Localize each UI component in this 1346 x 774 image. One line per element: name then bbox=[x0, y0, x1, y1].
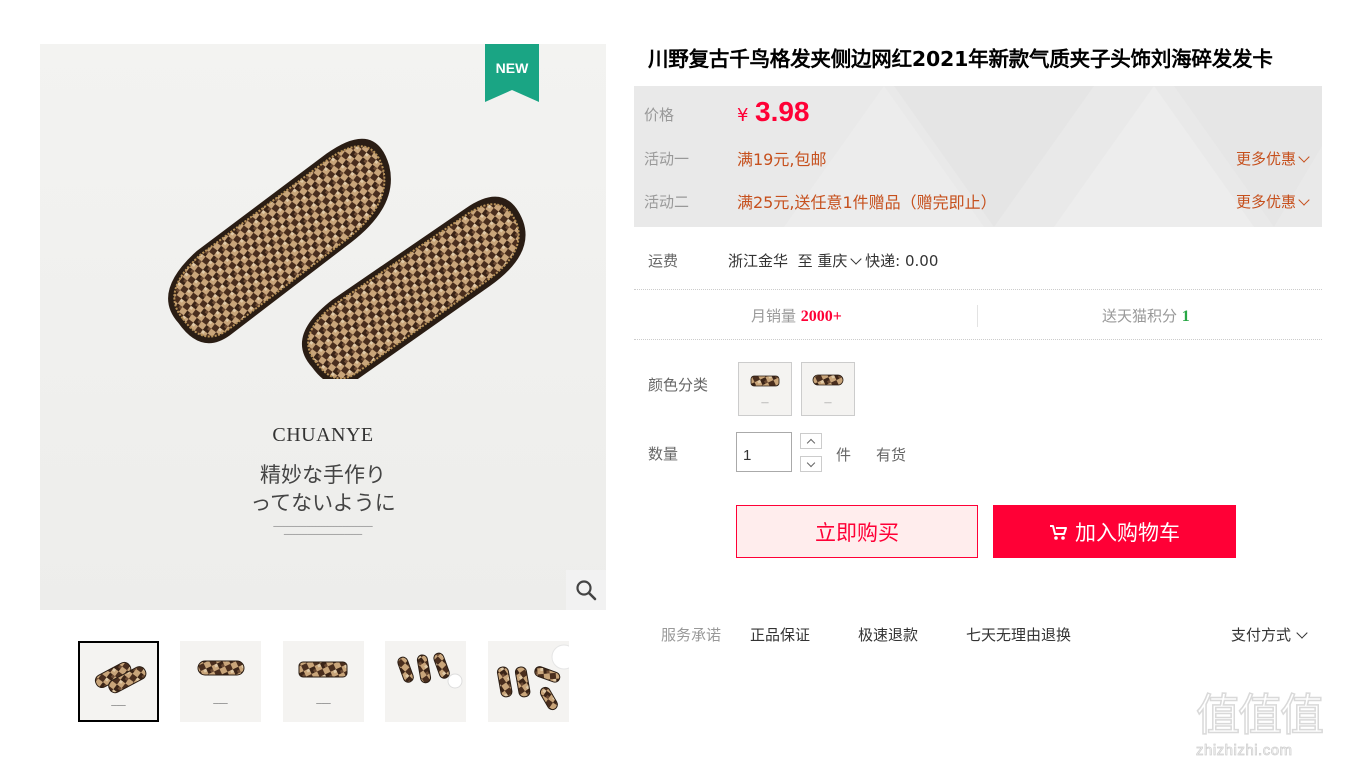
activity2-text: 满25元,送任意1件赠品（赠完即止） bbox=[737, 193, 997, 212]
more-offers-label: 更多优惠 bbox=[1235, 193, 1296, 211]
ship-to-city-select[interactable]: 重庆 bbox=[817, 252, 863, 270]
thumbnail-5[interactable] bbox=[488, 641, 569, 722]
chevron-down-icon bbox=[1296, 627, 1308, 639]
chevron-down-icon bbox=[1298, 151, 1310, 163]
watermark-url: zhizhizhi.com bbox=[1196, 742, 1293, 760]
thumbnail-image bbox=[397, 652, 463, 689]
activity1-text: 满19元,包邮 bbox=[737, 150, 827, 169]
chevron-down-icon bbox=[806, 458, 816, 468]
thumbnail-image bbox=[298, 661, 348, 678]
image-fine-print: ━━━━━━━━━━━━━━━━━━━━━━━━━━━━━━━━━ bbox=[273, 524, 373, 530]
thumbnail-image bbox=[197, 660, 245, 676]
buy-now-button[interactable]: 立即购买 bbox=[736, 505, 978, 558]
new-badge-label: NEW bbox=[495, 60, 529, 76]
monthly-sales: 月销量 2000+ bbox=[751, 305, 842, 326]
tmall-points: 送天猫积分 1 bbox=[1102, 305, 1190, 326]
price-label: 价格 bbox=[644, 106, 675, 124]
thumbnail-fine-print: ━━━━━━ bbox=[213, 701, 228, 706]
more-offers-link-2[interactable]: 更多优惠 bbox=[1235, 191, 1310, 212]
add-to-cart-label: 加入购物车 bbox=[1075, 520, 1180, 545]
price-promo-panel: 价格 ¥ 3.98 活动一 满19元,包邮 更多优惠 活动二 满25元,送任意1… bbox=[634, 86, 1322, 227]
product-title: 川野复古千鸟格发夹侧边网红2021年新款气质夹子头饰刘海碎发发卡 bbox=[648, 47, 1273, 71]
new-badge: NEW bbox=[485, 44, 539, 102]
image-brand-text: CHUANYE bbox=[272, 424, 374, 446]
sales-value: 2000+ bbox=[800, 308, 842, 325]
stock-status: 有货 bbox=[876, 446, 907, 464]
shipping-label: 运费 bbox=[648, 252, 679, 270]
divider bbox=[977, 305, 978, 327]
main-product-image[interactable]: NEW CHUANYE 精妙な手作り ってないように ━━━━━━━━━━━━━… bbox=[40, 44, 606, 610]
payment-methods-dropdown[interactable]: 支付方式 bbox=[1231, 624, 1308, 645]
zoom-button[interactable] bbox=[566, 570, 606, 610]
image-fine-print: ━━━━━━━━━━━━━━━━━━━━━━━━━━ bbox=[283, 532, 363, 538]
chevron-down-icon bbox=[1298, 194, 1310, 206]
more-offers-label: 更多优惠 bbox=[1235, 150, 1296, 168]
color-option-2[interactable]: ━━━━ bbox=[801, 362, 855, 416]
quantity-increase-button[interactable] bbox=[800, 433, 822, 449]
chevron-down-icon bbox=[850, 253, 863, 265]
points-label: 送天猫积分 bbox=[1102, 307, 1178, 325]
magnifier-icon bbox=[576, 580, 597, 601]
ship-from: 浙江金华 bbox=[728, 252, 789, 270]
quantity-input[interactable]: 1 bbox=[736, 432, 792, 472]
service-label: 服务承诺 bbox=[661, 626, 722, 644]
thumbnail-fine-print: ━━━━━━ bbox=[111, 703, 126, 708]
image-caption-line1: 精妙な手作り bbox=[260, 463, 386, 487]
color-option-image bbox=[750, 375, 780, 387]
ship-to-city: 重庆 bbox=[817, 252, 848, 270]
activity2-label: 活动二 bbox=[644, 193, 690, 211]
image-caption-line2: ってないように bbox=[250, 491, 396, 515]
thumbnail-image bbox=[496, 644, 569, 711]
thumbnail-fine-print: ━━━━━━ bbox=[316, 701, 331, 706]
service-item-authentic[interactable]: 正品保证 bbox=[750, 624, 810, 645]
points-value: 1 bbox=[1181, 308, 1190, 325]
thumbnail-4[interactable] bbox=[385, 641, 466, 722]
chevron-up-icon bbox=[806, 438, 816, 448]
color-option-1[interactable]: ━━━━ bbox=[738, 362, 792, 416]
quantity-label: 数量 bbox=[648, 445, 679, 463]
color-option-fine-print: ━━━━ bbox=[761, 401, 769, 405]
sales-label: 月销量 bbox=[751, 307, 797, 325]
thumbnail-image bbox=[94, 661, 147, 694]
shipping-info: 浙江金华 至 重庆 快递: 0.00 bbox=[728, 250, 938, 271]
price-currency: ¥ bbox=[737, 105, 749, 126]
service-item-fast-refund[interactable]: 极速退款 bbox=[858, 624, 918, 645]
watermark-glyphs: 值值值 bbox=[1195, 689, 1325, 742]
site-watermark: 值值值 zhizhizhi.com bbox=[1195, 689, 1341, 770]
quantity-decrease-button[interactable] bbox=[800, 456, 822, 472]
divider bbox=[634, 339, 1322, 340]
quantity-unit: 件 bbox=[836, 446, 852, 464]
more-offers-link-1[interactable]: 更多优惠 bbox=[1235, 148, 1310, 169]
add-to-cart-button[interactable]: 加入购物车 bbox=[993, 505, 1236, 558]
color-option-image bbox=[812, 374, 844, 386]
thumbnail-1[interactable]: ━━━━━━ bbox=[78, 641, 159, 722]
divider bbox=[634, 289, 1322, 290]
color-label: 颜色分类 bbox=[648, 376, 709, 394]
cart-icon bbox=[1050, 524, 1067, 540]
hair-clips-illustration bbox=[168, 138, 526, 379]
activity1-label: 活动一 bbox=[644, 150, 690, 168]
ship-to-word: 至 bbox=[797, 252, 813, 270]
price-value: 3.98 bbox=[755, 96, 810, 127]
color-option-fine-print: ━━━━ bbox=[824, 401, 832, 405]
ship-method: 快递: 0.00 bbox=[865, 252, 939, 270]
thumbnail-2[interactable]: ━━━━━━ bbox=[180, 641, 261, 722]
payment-label: 支付方式 bbox=[1231, 626, 1292, 644]
thumbnail-3[interactable]: ━━━━━━ bbox=[283, 641, 364, 722]
service-item-7day-return[interactable]: 七天无理由退换 bbox=[966, 624, 1071, 645]
